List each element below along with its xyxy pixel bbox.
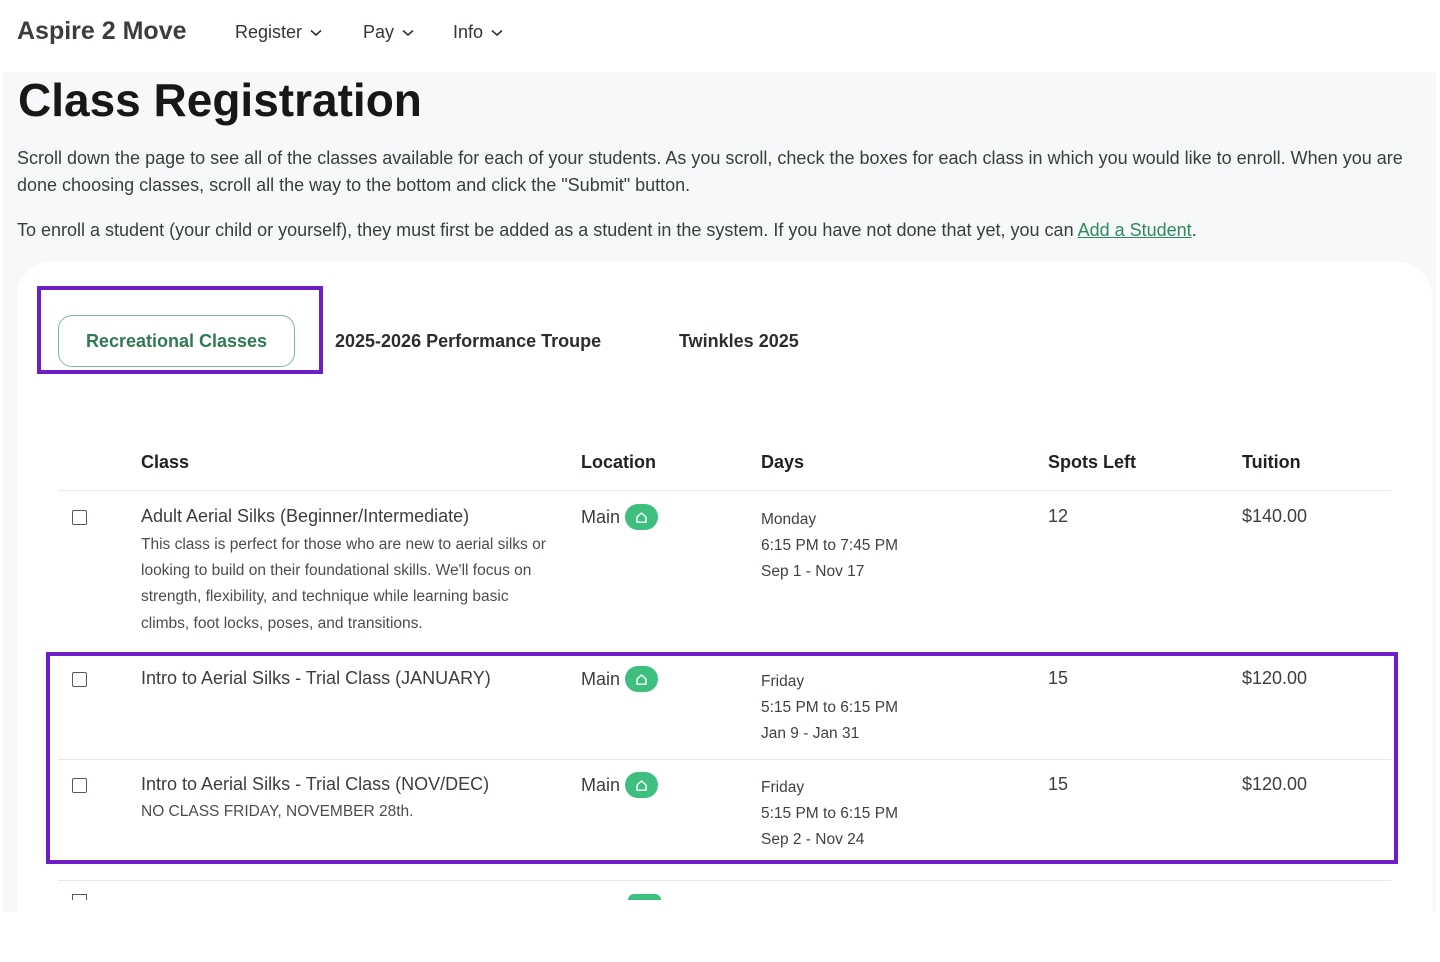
- home-icon[interactable]: [628, 894, 661, 900]
- tab-twinkles[interactable]: Twinkles 2025: [679, 315, 799, 367]
- spots-left: 12: [1048, 506, 1069, 526]
- column-header-days: Days: [761, 452, 805, 472]
- class-location: Main: [581, 504, 659, 530]
- chevron-down-icon: [310, 29, 322, 36]
- class-select-checkbox[interactable]: [72, 510, 87, 525]
- column-header-location: Location: [581, 452, 656, 472]
- chevron-down-icon: [491, 29, 503, 36]
- add-student-link[interactable]: Add a Student: [1078, 220, 1192, 240]
- page-content: Class Registration Scroll down the page …: [2, 72, 1436, 962]
- page-title: Class Registration: [18, 74, 422, 126]
- class-description: This class is perfect for those who are …: [141, 536, 546, 632]
- header-divider: [58, 490, 1391, 491]
- enroll-end: .: [1191, 220, 1197, 240]
- intro-paragraph: Scroll down the page to see all of the c…: [17, 148, 1403, 195]
- nav-pay-label: Pay: [363, 22, 395, 42]
- nav-info-menu[interactable]: Info: [453, 22, 503, 43]
- top-navigation: Aspire 2 Move Register Pay Info: [0, 0, 1440, 72]
- tuition-amount: $140.00: [1242, 506, 1308, 526]
- column-header-class: Class: [141, 452, 190, 472]
- chevron-down-icon: [402, 29, 414, 36]
- class-time: 6:15 PM to 7:45 PM: [761, 537, 898, 555]
- class-dates: Sep 1 - Nov 17: [761, 563, 865, 581]
- class-list-card: Recreational Classes 2025-2026 Performan…: [17, 262, 1432, 962]
- class-title: Adult Aerial Silks (Beginner/Intermediat…: [141, 506, 470, 526]
- rows-highlight-box: [46, 652, 1398, 864]
- nav-pay-menu[interactable]: Pay: [363, 22, 414, 43]
- brand-logo-text[interactable]: Aspire 2 Move: [17, 17, 187, 46]
- enroll-text: To enroll a student (your child or yours…: [17, 220, 1074, 240]
- location-label: Main: [581, 506, 621, 527]
- enroll-paragraph: To enroll a student (your child or yours…: [17, 217, 1197, 244]
- tab-performance-troupe[interactable]: 2025-2026 Performance Troupe: [335, 315, 601, 367]
- class-day: Monday: [761, 511, 817, 528]
- nav-info-label: Info: [453, 22, 484, 42]
- nav-register-menu[interactable]: Register: [235, 22, 322, 43]
- column-header-tuition: Tuition: [1242, 452, 1301, 472]
- class-select-checkbox[interactable]: [72, 894, 87, 900]
- home-icon[interactable]: [625, 504, 659, 530]
- column-header-spots-left: Spots Left: [1048, 452, 1136, 472]
- nav-register-label: Register: [235, 22, 303, 42]
- tab-highlight-box: [37, 286, 323, 374]
- row-divider: [58, 880, 1391, 881]
- class-schedule: Monday 6:15 PM to 7:45 PM Sep 1 - Nov 17: [761, 507, 898, 586]
